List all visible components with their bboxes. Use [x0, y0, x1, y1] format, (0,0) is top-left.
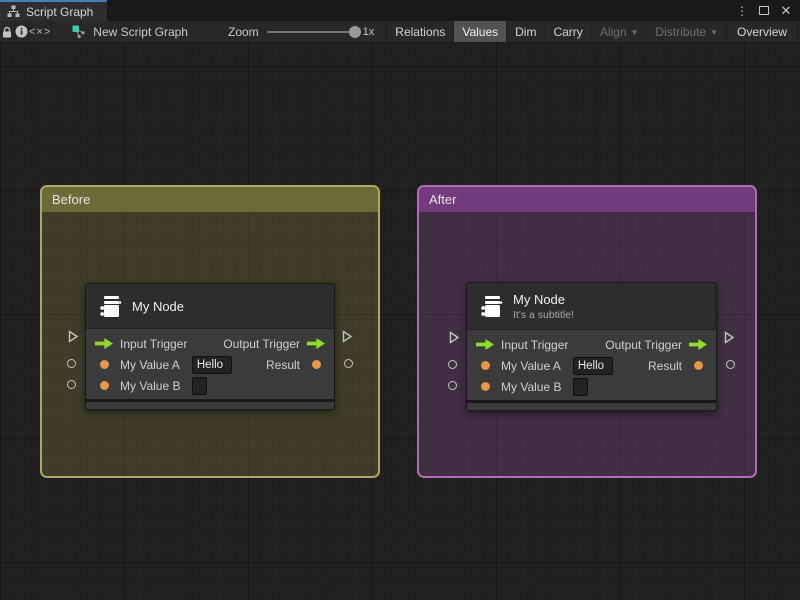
node-subtitle: It's a subtitle! — [513, 308, 574, 321]
graph-icon — [72, 25, 86, 39]
lock-icon — [3, 26, 11, 37]
my-value-a-input[interactable] — [572, 356, 613, 375]
ext-my-value-a-port[interactable] — [448, 360, 457, 369]
result-label: Result — [647, 358, 682, 373]
info-icon — [15, 25, 28, 38]
carry-button[interactable]: Carry — [544, 21, 590, 42]
hierarchy-icon — [7, 5, 20, 18]
output-trigger-port-icon[interactable] — [307, 338, 325, 349]
zoom-slider[interactable] — [266, 25, 361, 38]
values-button[interactable]: Values — [453, 21, 507, 42]
relations-label: Relations — [395, 24, 446, 39]
my-value-b-input[interactable] — [192, 376, 208, 395]
ext-input-trigger-port[interactable] — [448, 331, 460, 344]
new-script-graph-label: New Script Graph — [93, 24, 188, 39]
my-value-b-input[interactable] — [573, 377, 589, 396]
group-after-label: After — [429, 192, 457, 207]
ext-my-value-b-port[interactable] — [67, 380, 76, 389]
view-toggle-group: Relations Values Dim Carry Align ▼ Distr… — [387, 21, 726, 42]
input-trigger-port-icon[interactable] — [476, 339, 494, 350]
tab-label: Script Graph — [26, 4, 94, 19]
window-controls: ⋮ ✕ — [734, 0, 800, 21]
my-value-a-port-icon[interactable] — [480, 361, 490, 370]
zoom-label: Zoom — [227, 24, 259, 39]
ext-output-trigger-port[interactable] — [723, 331, 735, 344]
distribute-label: Distribute — [655, 24, 707, 39]
code-icon: <×> — [29, 25, 52, 38]
new-script-graph-button[interactable]: New Script Graph — [52, 21, 202, 42]
lock-button[interactable] — [0, 21, 14, 42]
node-header[interactable]: My Node — [86, 284, 334, 328]
chevron-down-icon: ▼ — [630, 28, 639, 37]
input-trigger-label: Input Trigger — [120, 336, 188, 351]
align-dropdown[interactable]: Align ▼ — [590, 21, 647, 42]
my-value-a-port-icon[interactable] — [99, 360, 109, 369]
group-before-header[interactable]: Before — [42, 187, 378, 212]
info-button[interactable] — [15, 21, 28, 42]
port-row-triggers: Input Trigger Output Trigger — [467, 334, 716, 355]
output-trigger-port-icon[interactable] — [689, 339, 707, 350]
ext-my-value-a-port[interactable] — [67, 359, 76, 368]
node-my-node-after[interactable]: My Node It's a subtitle! Input Trigger O… — [448, 282, 735, 411]
carry-label: Carry — [553, 24, 583, 39]
output-trigger-label: Output Trigger — [223, 336, 300, 351]
input-trigger-port-icon[interactable] — [95, 338, 113, 349]
dim-label: Dim — [515, 24, 537, 39]
maximize-icon[interactable] — [756, 3, 772, 19]
unit-icon — [96, 293, 123, 320]
result-port-icon[interactable] — [311, 360, 321, 369]
node-my-node-before[interactable]: My Node Input Trigger Output Trigger My … — [67, 283, 353, 410]
ext-my-value-b-port[interactable] — [448, 381, 457, 390]
node-footer — [467, 403, 716, 410]
node-header[interactable]: My Node It's a subtitle! — [467, 283, 716, 329]
my-value-b-label: My Value B — [120, 378, 181, 393]
node-title: My Node — [132, 298, 185, 314]
my-value-b-label: My Value B — [501, 379, 562, 394]
dim-button[interactable]: Dim — [506, 21, 544, 42]
ext-result-port[interactable] — [344, 359, 353, 368]
graph-canvas[interactable]: Before After My Node Input Trigger Outpu… — [0, 43, 800, 600]
node-footer — [86, 402, 334, 409]
overview-label: Overview — [737, 24, 788, 39]
overview-button[interactable]: Overview — [727, 21, 797, 42]
group-before-label: Before — [52, 192, 91, 207]
unit-icon — [477, 293, 504, 320]
zoom-value: 1x — [362, 25, 375, 38]
code-preview-button[interactable]: <×> — [29, 21, 51, 42]
output-trigger-label: Output Trigger — [605, 337, 682, 352]
kebab-menu-icon[interactable]: ⋮ — [734, 3, 750, 19]
port-row-value-b: My Value B — [467, 376, 716, 397]
tab-bar: Script Graph ⋮ ✕ — [0, 0, 800, 21]
distribute-dropdown[interactable]: Distribute ▼ — [646, 21, 726, 42]
values-label: Values — [462, 24, 499, 39]
zoom-control: Zoom 1x — [202, 21, 386, 42]
my-value-b-port-icon[interactable] — [480, 382, 490, 391]
result-port-icon[interactable] — [693, 361, 703, 370]
port-row-triggers: Input Trigger Output Trigger — [86, 333, 334, 354]
relations-button[interactable]: Relations — [387, 21, 453, 42]
node-body: Input Trigger Output Trigger My Value A … — [86, 328, 334, 399]
ext-input-trigger-port[interactable] — [67, 330, 79, 343]
port-row-value-a: My Value A Result — [467, 355, 716, 376]
close-icon[interactable]: ✕ — [778, 3, 794, 19]
chevron-down-icon: ▼ — [710, 28, 719, 37]
input-trigger-label: Input Trigger — [501, 337, 569, 352]
my-value-a-label: My Value A — [501, 358, 561, 373]
my-value-a-label: My Value A — [120, 357, 180, 372]
result-label: Result — [265, 357, 300, 372]
port-row-value-a: My Value A Result — [86, 354, 334, 375]
zoom-slider-handle[interactable] — [348, 25, 361, 38]
my-value-b-port-icon[interactable] — [99, 381, 109, 390]
graph-toolbar: <×> New Script Graph Zoom 1x Relations V… — [0, 21, 800, 43]
ext-output-trigger-port[interactable] — [341, 330, 353, 343]
my-value-a-input[interactable] — [191, 355, 232, 374]
node-body: Input Trigger Output Trigger My Value A … — [467, 329, 716, 400]
group-after-header[interactable]: After — [419, 187, 755, 212]
align-label: Align — [599, 24, 627, 39]
node-title: My Node — [513, 291, 566, 307]
ext-result-port[interactable] — [726, 360, 735, 369]
tab-script-graph[interactable]: Script Graph — [0, 0, 108, 21]
port-row-value-b: My Value B — [86, 375, 334, 396]
